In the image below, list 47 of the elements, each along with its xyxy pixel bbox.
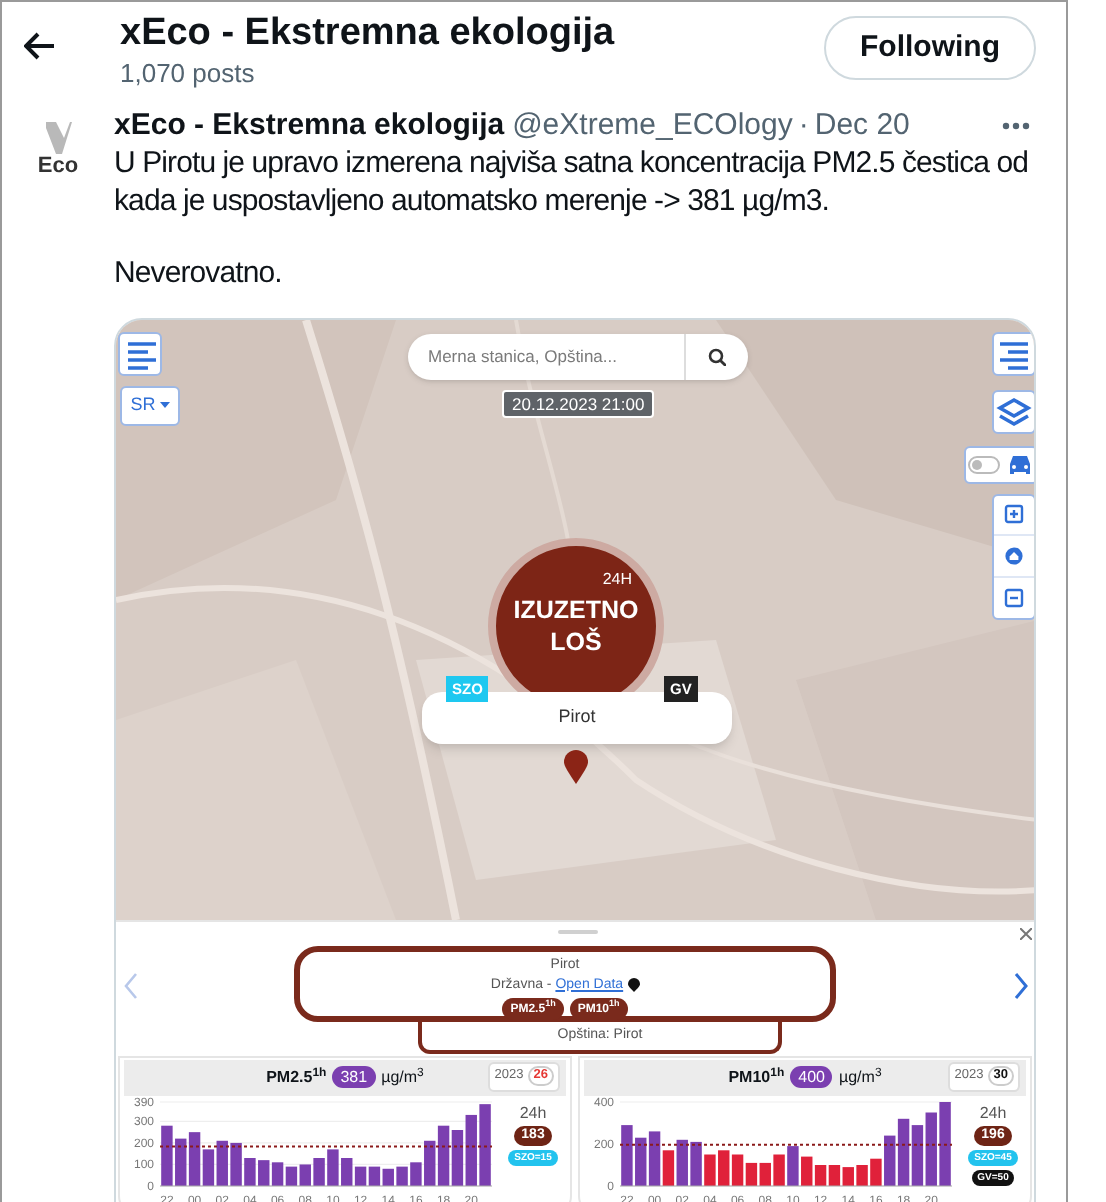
post-text: U Pirotu je upravo izmerena najviša satna koncentracija PM2.5 čestica od kada je uspostavljeno automatsko merenje -> 381 µg/m3. [114,146,1031,220]
search-bar[interactable]: Merna stanica, Opština... [408,333,748,379]
list-button[interactable] [992,331,1034,375]
post-count: 1,070 posts [120,58,257,90]
profile-title: xEco - Ekstremna ekologija [120,10,615,58]
average-period: 24h [979,1103,1007,1121]
author-name[interactable]: xEco - Ekstremna ekologija [114,106,505,146]
post-text: Neverovatno. [114,256,284,293]
menu-button[interactable] [118,331,162,375]
minus-icon [1004,587,1024,608]
timestamp-label: 20.12.2023 21:00 [502,389,655,417]
next-button[interactable] [1014,971,1028,999]
layers-icon [996,395,1032,427]
avatar-text: Eco [37,154,79,178]
following-button[interactable]: Following [824,16,1036,80]
back-arrow-icon [24,32,56,60]
pollutant-label: PM10$^{1h}$ [728,1065,785,1089]
value-badge: 381 [332,1066,376,1088]
drag-handle[interactable] [558,929,598,933]
location-pin-icon [627,977,640,991]
status-label: IZUZETNO LOŠ [511,593,641,657]
unit-label: µg/m$^{3}$ [838,1065,882,1089]
period-label: 24H [602,569,632,589]
more-icon[interactable] [1002,122,1030,130]
avatar[interactable]: Eco [30,122,86,190]
back-button[interactable] [22,30,58,62]
layers-button[interactable] [992,389,1034,433]
caret-icon [159,402,170,408]
close-button[interactable] [1020,927,1032,939]
average-period: 24h [519,1103,547,1121]
language-dropdown[interactable]: SR [120,385,180,425]
search-icon[interactable] [708,347,726,365]
search-input[interactable]: Merna stanica, Opština... [428,343,684,369]
value-badge: 400 [790,1066,833,1088]
chevron-left-icon [124,971,138,999]
close-icon [1020,927,1032,939]
logo-icon [44,122,72,154]
home-icon [1004,546,1024,566]
pollutant-label: PM2.5$^{1h}$ [266,1065,327,1089]
location-pin-icon [564,749,588,783]
chevron-right-icon [1014,971,1028,999]
toggle-switch[interactable] [968,455,1001,473]
separator: · [798,106,809,146]
plus-icon [1004,504,1024,525]
post-date[interactable]: Dec 20 [814,106,910,146]
unit-label: µg/m$^{3}$ [381,1065,424,1089]
author-handle[interactable]: @eXtreme_ECOlogy [512,106,793,146]
